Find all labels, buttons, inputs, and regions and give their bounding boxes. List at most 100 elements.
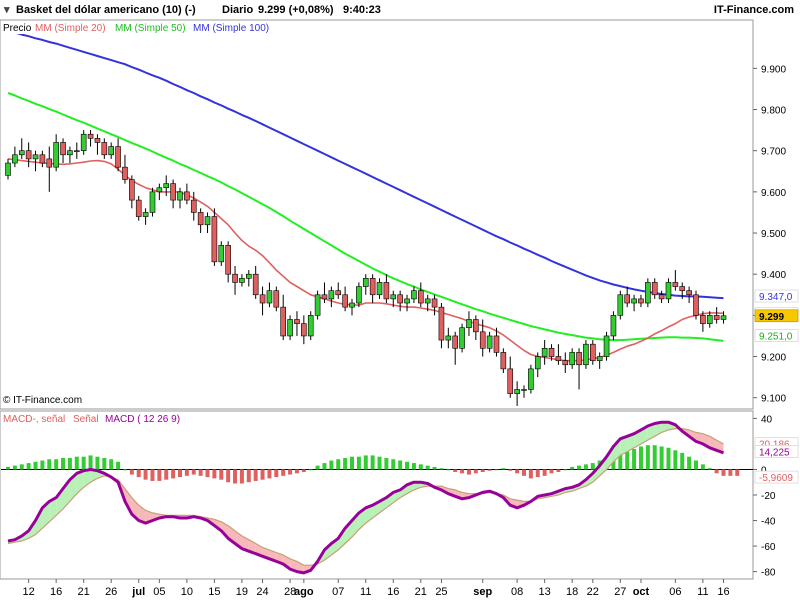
macd-bar-negative xyxy=(184,469,189,476)
candle-body xyxy=(645,282,651,304)
date-tick-label: oct xyxy=(633,586,650,598)
candle-body xyxy=(184,191,190,201)
legend-ma50[interactable]: MM (Simple 50) xyxy=(115,23,186,34)
candle-body xyxy=(713,315,720,320)
candle-up xyxy=(596,352,603,369)
macd-bar-negative xyxy=(246,469,251,483)
macd-bar-positive xyxy=(590,463,595,470)
candle-down xyxy=(301,315,307,345)
candle-up xyxy=(32,150,39,172)
value-tag: 9.251,0 xyxy=(754,329,799,343)
candle-body xyxy=(383,282,390,300)
candle-body xyxy=(617,294,624,316)
candle-body xyxy=(672,282,679,287)
candle-up xyxy=(314,290,321,320)
candle-up xyxy=(67,146,73,164)
candle-down xyxy=(576,348,582,390)
candle-body xyxy=(149,191,156,213)
candle-down xyxy=(686,286,692,304)
macd-bar-negative xyxy=(253,469,258,481)
candle-body xyxy=(534,356,541,370)
candle-body xyxy=(576,352,582,366)
candle-up xyxy=(266,282,273,308)
candle-down xyxy=(46,146,53,192)
price-tick-label: 9.900 xyxy=(761,64,786,75)
candle-body xyxy=(583,343,589,366)
candle-down xyxy=(555,344,562,365)
legend-macd-hist[interactable]: MACD-, señal xyxy=(3,414,65,425)
macd-bar-negative xyxy=(171,469,176,479)
macd-bar-negative xyxy=(157,469,162,481)
candle-body xyxy=(638,298,644,304)
legend-ma100[interactable]: MM (Simple 100) xyxy=(193,23,269,34)
macd-bar-negative xyxy=(274,469,279,478)
candle-down xyxy=(115,138,121,172)
candle-body xyxy=(142,212,149,217)
macd-bar-positive xyxy=(377,456,382,470)
candle-down xyxy=(417,282,424,308)
macd-bar-positive xyxy=(425,465,430,470)
candle-body xyxy=(170,183,176,201)
candle-up xyxy=(521,385,527,398)
date-tick-label: 07 xyxy=(332,586,344,598)
candle-body xyxy=(74,150,80,152)
date-tick-label: 13 xyxy=(539,586,551,598)
legend-ma20[interactable]: MM (Simple 20) xyxy=(35,23,106,34)
macd-bar-positive xyxy=(81,456,86,470)
candle-up xyxy=(459,323,465,353)
macd-bar-negative xyxy=(288,469,293,475)
candle-body xyxy=(569,352,575,366)
candle-down xyxy=(211,208,218,266)
date-tick-label: 26 xyxy=(105,586,117,598)
date-tick-label: 27 xyxy=(614,586,626,598)
candle-down xyxy=(562,352,569,374)
candle-body xyxy=(349,302,355,308)
candle-up xyxy=(12,146,18,168)
macd-bar-negative xyxy=(212,469,217,479)
candle-body xyxy=(369,278,376,296)
legend-signal[interactable]: Señal xyxy=(73,414,99,425)
candle-up xyxy=(218,241,225,266)
price-tick-label: 9.700 xyxy=(761,147,786,158)
candle-body xyxy=(479,331,486,349)
macd-bar-positive xyxy=(577,465,582,470)
price-tick-label: 9.600 xyxy=(761,188,786,199)
legend-macd[interactable]: MACD ( 12 26 9) xyxy=(105,414,180,425)
price-panel-frame xyxy=(0,19,754,410)
candle-body xyxy=(342,294,348,308)
macd-bar-negative xyxy=(129,469,134,475)
candle-body xyxy=(548,348,555,357)
candle-body xyxy=(700,315,706,324)
candle-body xyxy=(376,282,383,296)
macd-bar-negative xyxy=(466,469,471,475)
date-tick-label: jul xyxy=(131,586,145,598)
macd-bar-positive xyxy=(501,468,506,470)
candle-body xyxy=(521,389,527,391)
candle-down xyxy=(672,270,679,291)
candle-body xyxy=(287,319,293,337)
candle-body xyxy=(541,348,548,357)
macd-bar-positive xyxy=(694,460,698,470)
legend-price[interactable]: Precio xyxy=(3,23,32,34)
candle-up xyxy=(349,298,355,316)
candle-body xyxy=(624,294,631,304)
candle-body xyxy=(122,166,128,180)
macd-bar-positive xyxy=(322,463,327,470)
candle-down xyxy=(170,179,176,209)
candle-up xyxy=(631,294,637,312)
candle-down xyxy=(500,348,507,374)
candle-up xyxy=(156,183,163,201)
value-tag: 9.347,0 xyxy=(754,289,799,303)
candle-body xyxy=(596,356,603,361)
macd-bar-positive xyxy=(680,452,685,470)
candle-body xyxy=(129,179,135,201)
macd-bar-positive xyxy=(61,457,66,470)
price-tick-label: 9.800 xyxy=(761,106,786,117)
candle-up xyxy=(569,348,575,369)
date-tick-label: 22 xyxy=(587,586,599,598)
candle-body xyxy=(294,319,300,324)
value-tag: 9.299 xyxy=(754,309,799,323)
macd-bar-negative xyxy=(522,469,526,476)
candle-down xyxy=(122,154,128,184)
candle-up xyxy=(617,290,624,320)
